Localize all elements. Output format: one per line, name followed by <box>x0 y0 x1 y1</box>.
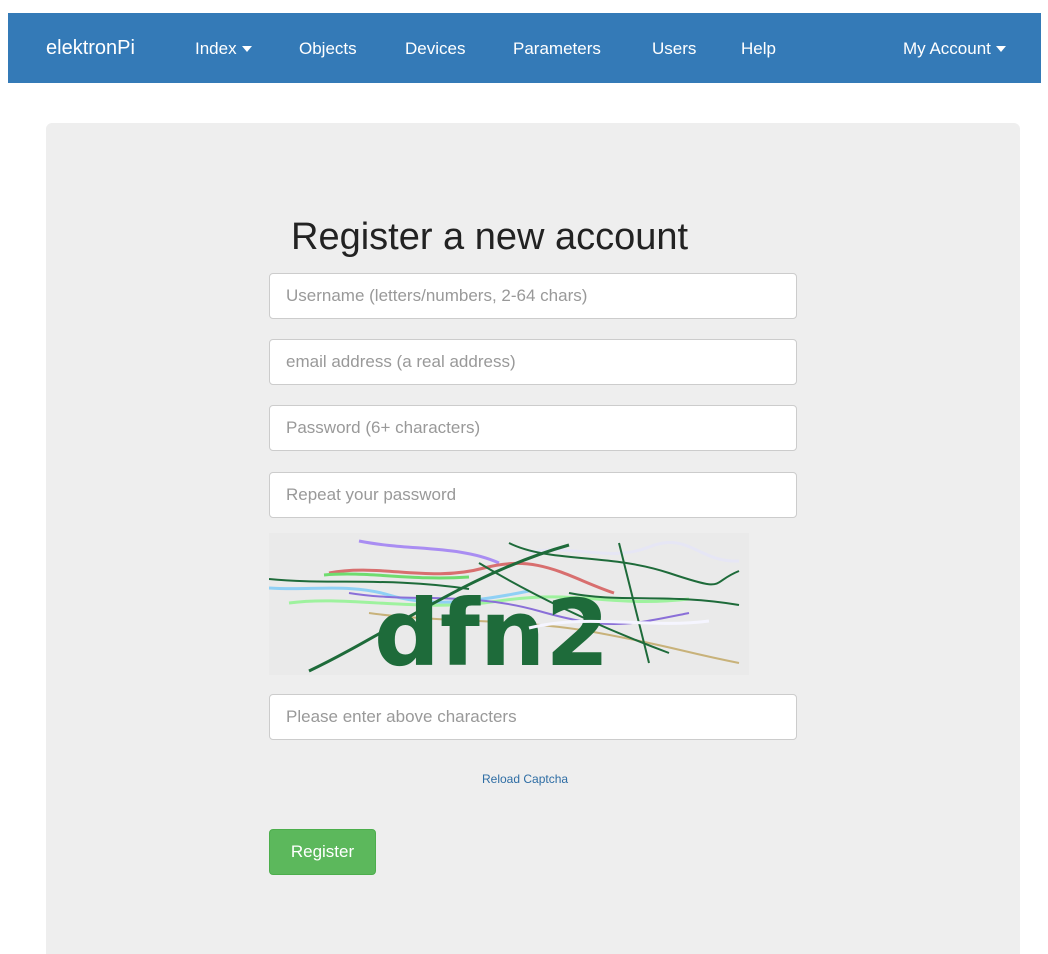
nav-item-my-account[interactable]: My Account <box>903 39 1006 59</box>
nav-item-devices[interactable]: Devices <box>405 39 465 59</box>
brand-link[interactable]: elektronPi <box>46 37 135 60</box>
nav-item-index[interactable]: Index <box>195 39 252 59</box>
nav-item-parameters[interactable]: Parameters <box>513 39 601 59</box>
caret-down-icon <box>995 45 1006 52</box>
username-input[interactable] <box>269 273 797 319</box>
captcha-noise: dfn2 <box>268 539 740 687</box>
password-input[interactable] <box>269 405 797 451</box>
nav-item-users[interactable]: Users <box>652 39 696 59</box>
captcha-text: dfn2 <box>374 580 609 675</box>
caret-down-icon <box>241 45 252 52</box>
repeat-password-input[interactable] <box>269 472 797 518</box>
nav-item-index-label: Index <box>195 39 237 58</box>
email-input[interactable] <box>269 339 797 385</box>
reload-captcha-link[interactable]: Reload Captcha <box>482 772 568 786</box>
nav-item-my-account-label: My Account <box>903 39 991 58</box>
nav-item-objects[interactable]: Objects <box>299 39 357 59</box>
page-title: Register a new account <box>291 216 689 258</box>
captcha-image: dfn2 <box>268 533 749 687</box>
register-button[interactable]: Register <box>269 829 376 875</box>
captcha-input[interactable] <box>269 694 797 740</box>
top-navbar: elektronPi Index Objects Devices Paramet… <box>8 13 1041 83</box>
nav-item-help[interactable]: Help <box>741 39 776 59</box>
